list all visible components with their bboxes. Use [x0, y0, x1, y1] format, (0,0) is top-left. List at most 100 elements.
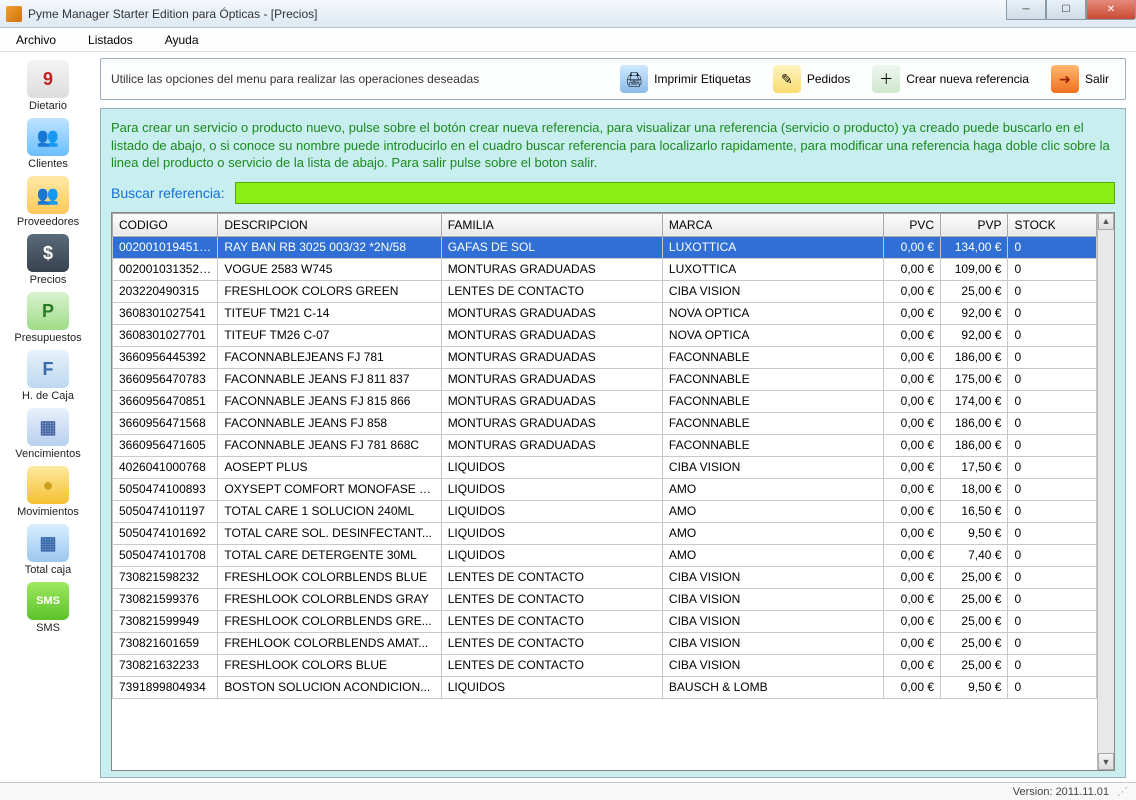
- header-stock[interactable]: STOCK: [1008, 213, 1097, 236]
- table-row[interactable]: 5050474101197TOTAL CARE 1 SOLUCION 240ML…: [113, 500, 1097, 522]
- cell: FACONNABLE: [662, 434, 883, 456]
- cell: 0,00 €: [884, 610, 941, 632]
- sidebar-item-vencimientos[interactable]: ▦Vencimientos: [0, 404, 96, 462]
- cell: LENTES DE CONTACTO: [441, 632, 662, 654]
- cell: 7391899804934: [113, 676, 218, 698]
- cell: 0,00 €: [884, 566, 941, 588]
- cell: 00200103135269: [113, 258, 218, 280]
- cell: 109,00 €: [941, 258, 1008, 280]
- crear-referencia-button[interactable]: ＋ Crear nueva referencia: [866, 63, 1035, 95]
- sidebar-item-clientes[interactable]: 👥Clientes: [0, 114, 96, 172]
- table-row[interactable]: 5050474100893OXYSEPT COMFORT MONOFASE 3.…: [113, 478, 1097, 500]
- table-row[interactable]: 7391899804934BOSTON SOLUCION ACONDICION.…: [113, 676, 1097, 698]
- cell: CIBA VISION: [662, 588, 883, 610]
- table-row[interactable]: 3608301027541TITEUF TM21 C-14MONTURAS GR…: [113, 302, 1097, 324]
- cell: AMO: [662, 544, 883, 566]
- cell: FREHLOOK COLORBLENDS AMAT...: [218, 632, 441, 654]
- table-row[interactable]: 3660956471568FACONNABLE JEANS FJ 858MONT…: [113, 412, 1097, 434]
- close-button[interactable]: ✕: [1086, 0, 1136, 20]
- cell: 0: [1008, 368, 1097, 390]
- table-row[interactable]: 3660956471605FACONNABLE JEANS FJ 781 868…: [113, 434, 1097, 456]
- cell: 0: [1008, 676, 1097, 698]
- content-box: Para crear un servicio o producto nuevo,…: [100, 108, 1126, 778]
- cell: 5050474100893: [113, 478, 218, 500]
- resize-grip-icon[interactable]: ⋰: [1117, 785, 1126, 798]
- table-row[interactable]: 3660956470851FACONNABLE JEANS FJ 815 866…: [113, 390, 1097, 412]
- table-row[interactable]: 203220490315FRESHLOOK COLORS GREENLENTES…: [113, 280, 1097, 302]
- cell: 25,00 €: [941, 632, 1008, 654]
- salir-button[interactable]: ➜ Salir: [1045, 63, 1115, 95]
- sidebar-item-precios[interactable]: $Precios: [0, 230, 96, 288]
- pedidos-button[interactable]: ✎ Pedidos: [767, 63, 856, 95]
- scroll-down-arrow-icon[interactable]: ▼: [1098, 753, 1114, 770]
- sidebar-item-h-de-caja[interactable]: FH. de Caja: [0, 346, 96, 404]
- table-row[interactable]: 730821599376FRESHLOOK COLORBLENDS GRAYLE…: [113, 588, 1097, 610]
- sidebar-item-movimientos[interactable]: ●Movimientos: [0, 462, 96, 520]
- search-input[interactable]: [235, 182, 1115, 204]
- cell: CIBA VISION: [662, 456, 883, 478]
- printer-icon: 🖨: [620, 65, 648, 93]
- sidebar-item-total-caja[interactable]: ▦Total caja: [0, 520, 96, 578]
- table-row[interactable]: 00200101945143RAY BAN RB 3025 003/32 *2N…: [113, 236, 1097, 258]
- sidebar-item-dietario[interactable]: 9Dietario: [0, 56, 96, 114]
- table-row[interactable]: 00200103135269VOGUE 2583 W745MONTURAS GR…: [113, 258, 1097, 280]
- imprimir-etiquetas-button[interactable]: 🖨 Imprimir Etiquetas: [614, 63, 757, 95]
- scroll-up-arrow-icon[interactable]: ▲: [1098, 213, 1114, 230]
- sidebar-item-sms[interactable]: SMSSMS: [0, 578, 96, 636]
- sidebar-item-proveedores[interactable]: 👥Proveedores: [0, 172, 96, 230]
- table-row[interactable]: 5050474101692TOTAL CARE SOL. DESINFECTAN…: [113, 522, 1097, 544]
- header-marca[interactable]: MARCA: [662, 213, 883, 236]
- data-grid[interactable]: CODIGO DESCRIPCION FAMILIA MARCA PVC PVP…: [112, 213, 1097, 770]
- table-row[interactable]: 3608301027701TITEUF TM26 C-07MONTURAS GR…: [113, 324, 1097, 346]
- table-row[interactable]: 730821598232FRESHLOOK COLORBLENDS BLUELE…: [113, 566, 1097, 588]
- h-de-caja-icon: F: [27, 350, 69, 388]
- table-row[interactable]: 730821599949FRESHLOOK COLORBLENDS GRE...…: [113, 610, 1097, 632]
- header-familia[interactable]: FAMILIA: [441, 213, 662, 236]
- cell: 3608301027541: [113, 302, 218, 324]
- header-codigo[interactable]: CODIGO: [113, 213, 218, 236]
- cell: AMO: [662, 500, 883, 522]
- cell: 9,50 €: [941, 676, 1008, 698]
- cell: AMO: [662, 522, 883, 544]
- cell: FRESHLOOK COLORBLENDS GRAY: [218, 588, 441, 610]
- sidebar-item-label: Movimientos: [17, 506, 79, 518]
- table-row[interactable]: 3660956470783FACONNABLE JEANS FJ 811 837…: [113, 368, 1097, 390]
- vertical-scrollbar[interactable]: ▲ ▼: [1097, 213, 1114, 770]
- search-row: Buscar referencia:: [111, 182, 1115, 204]
- cell: 0: [1008, 302, 1097, 324]
- table-row[interactable]: 730821601659FREHLOOK COLORBLENDS AMAT...…: [113, 632, 1097, 654]
- menu-listados[interactable]: Listados: [82, 31, 139, 49]
- cell: LIQUIDOS: [441, 544, 662, 566]
- sidebar-item-label: Presupuestos: [14, 332, 81, 344]
- cell: 0,00 €: [884, 302, 941, 324]
- precios-icon: $: [27, 234, 69, 272]
- maximize-button[interactable]: ☐: [1046, 0, 1086, 20]
- sidebar-item-presupuestos[interactable]: PPresupuestos: [0, 288, 96, 346]
- cell: 134,00 €: [941, 236, 1008, 258]
- cell: 4026041000768: [113, 456, 218, 478]
- cell: 0,00 €: [884, 544, 941, 566]
- cell: FACONNABLE JEANS FJ 811 837: [218, 368, 441, 390]
- cell: 0: [1008, 434, 1097, 456]
- minimize-button[interactable]: ─: [1006, 0, 1046, 20]
- header-descripcion[interactable]: DESCRIPCION: [218, 213, 441, 236]
- cell: MONTURAS GRADUADAS: [441, 434, 662, 456]
- cell: 7,40 €: [941, 544, 1008, 566]
- header-pvc[interactable]: PVC: [884, 213, 941, 236]
- menu-archivo[interactable]: Archivo: [10, 31, 62, 49]
- header-pvp[interactable]: PVP: [941, 213, 1008, 236]
- cell: 5050474101692: [113, 522, 218, 544]
- cell: 3660956470851: [113, 390, 218, 412]
- cell: FRESHLOOK COLORS BLUE: [218, 654, 441, 676]
- cell: 0,00 €: [884, 346, 941, 368]
- table-row[interactable]: 3660956445392FACONNABLEJEANS FJ 781MONTU…: [113, 346, 1097, 368]
- cell: 0: [1008, 236, 1097, 258]
- cell: CIBA VISION: [662, 654, 883, 676]
- cell: 0: [1008, 346, 1097, 368]
- menu-ayuda[interactable]: Ayuda: [159, 31, 205, 49]
- cell: 25,00 €: [941, 280, 1008, 302]
- table-row[interactable]: 730821632233FRESHLOOK COLORS BLUELENTES …: [113, 654, 1097, 676]
- table-row[interactable]: 5050474101708TOTAL CARE DETERGENTE 30MLL…: [113, 544, 1097, 566]
- table-row[interactable]: 4026041000768AOSEPT PLUSLIQUIDOSCIBA VIS…: [113, 456, 1097, 478]
- cell: 0: [1008, 544, 1097, 566]
